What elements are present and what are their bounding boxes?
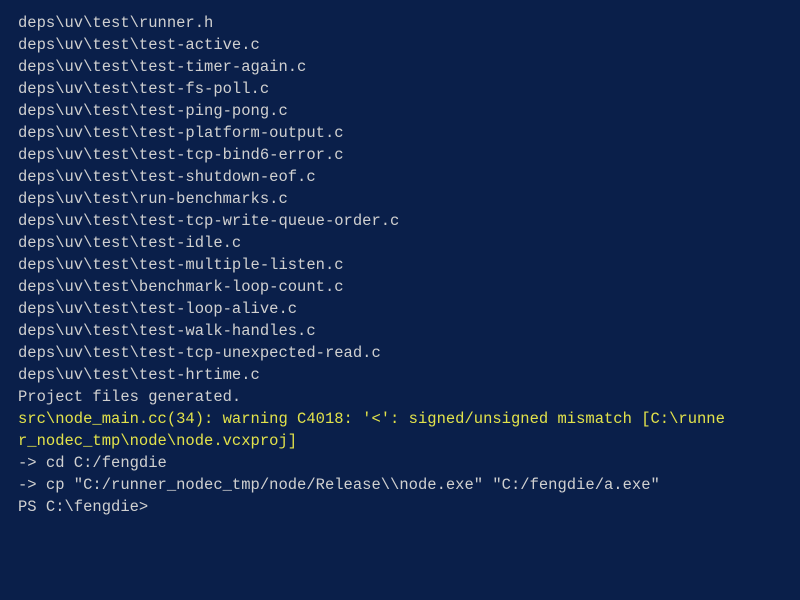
- terminal-line: deps\uv\test\benchmark-loop-count.c: [18, 276, 782, 298]
- terminal-line: deps\uv\test\test-active.c: [18, 34, 782, 56]
- terminal-line: deps\uv\test\test-loop-alive.c: [18, 298, 782, 320]
- terminal-line: r_nodec_tmp\node\node.vcxproj]: [18, 430, 782, 452]
- terminal-line: deps\uv\test\test-hrtime.c: [18, 364, 782, 386]
- terminal-output: deps\uv\test\runner.hdeps\uv\test\test-a…: [18, 12, 782, 496]
- terminal-line: deps\uv\test\test-multiple-listen.c: [18, 254, 782, 276]
- terminal-line: deps\uv\test\test-fs-poll.c: [18, 78, 782, 100]
- terminal-line: -> cp "C:/runner_nodec_tmp/node/Release\…: [18, 474, 782, 496]
- terminal-line: deps\uv\test\test-shutdown-eof.c: [18, 166, 782, 188]
- prompt-text: PS C:\fengdie>: [18, 498, 148, 516]
- terminal-line: deps\uv\test\test-tcp-unexpected-read.c: [18, 342, 782, 364]
- terminal-line: deps\uv\test\test-tcp-write-queue-order.…: [18, 210, 782, 232]
- terminal-line: -> cd C:/fengdie: [18, 452, 782, 474]
- terminal-line: deps\uv\test\test-walk-handles.c: [18, 320, 782, 342]
- terminal-line: deps\uv\test\run-benchmarks.c: [18, 188, 782, 210]
- terminal-line: deps\uv\test\test-platform-output.c: [18, 122, 782, 144]
- terminal-line: src\node_main.cc(34): warning C4018: '<'…: [18, 408, 782, 430]
- terminal-line: deps\uv\test\test-tcp-bind6-error.c: [18, 144, 782, 166]
- prompt-line[interactable]: PS C:\fengdie>: [18, 496, 782, 518]
- terminal-line: deps\uv\test\test-timer-again.c: [18, 56, 782, 78]
- terminal-line: Project files generated.: [18, 386, 782, 408]
- powershell-terminal[interactable]: deps\uv\test\runner.hdeps\uv\test\test-a…: [0, 0, 800, 600]
- terminal-line: deps\uv\test\test-ping-pong.c: [18, 100, 782, 122]
- terminal-line: deps\uv\test\runner.h: [18, 12, 782, 34]
- terminal-line: deps\uv\test\test-idle.c: [18, 232, 782, 254]
